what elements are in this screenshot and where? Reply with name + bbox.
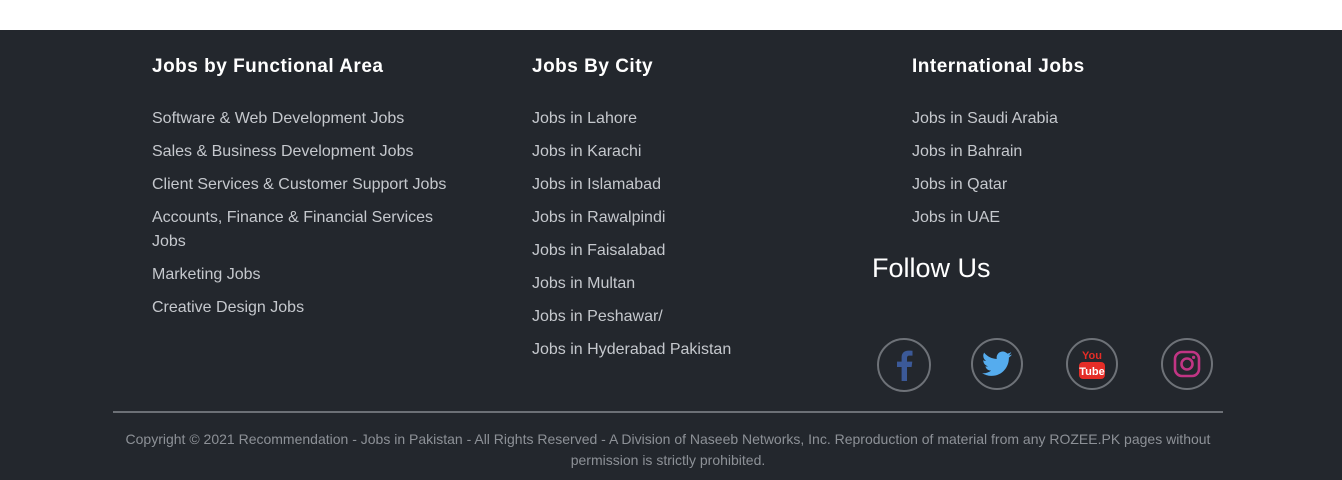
link-jobs-bahrain[interactable]: Jobs in Bahrain [912,140,1058,164]
list-item: Creative Design Jobs [152,296,462,320]
list-item: Jobs in Islamabad [532,173,731,197]
list-item: Jobs in Saudi Arabia [912,107,1058,131]
link-jobs-faisalabad[interactable]: Jobs in Faisalabad [532,239,731,263]
link-jobs-rawalpindi[interactable]: Jobs in Rawalpindi [532,206,731,230]
link-software-web-development-jobs[interactable]: Software & Web Development Jobs [152,107,462,131]
list-item: Jobs in Karachi [532,140,731,164]
twitter-button[interactable] [971,338,1023,390]
list-item: Jobs in UAE [912,206,1058,230]
link-marketing-jobs[interactable]: Marketing Jobs [152,263,462,287]
youtube-button[interactable]: You Tube [1066,338,1118,390]
footer-divider [113,411,1223,413]
link-jobs-qatar[interactable]: Jobs in Qatar [912,173,1058,197]
functional-area-links: Software & Web Development Jobs Sales & … [152,107,462,329]
list-item: Sales & Business Development Jobs [152,140,462,164]
list-item: Jobs in Bahrain [912,140,1058,164]
link-creative-design-jobs[interactable]: Creative Design Jobs [152,296,462,320]
copyright-text: Copyright © 2021 Recommendation - Jobs i… [125,431,1211,468]
link-jobs-saudi-arabia[interactable]: Jobs in Saudi Arabia [912,107,1058,131]
list-item: Client Services & Customer Support Jobs [152,173,462,197]
link-jobs-karachi[interactable]: Jobs in Karachi [532,140,731,164]
link-accounts-finance-jobs[interactable]: Accounts, Finance & Financial Services J… [152,206,462,254]
link-jobs-peshawar[interactable]: Jobs in Peshawar/ [532,305,731,329]
list-item: Jobs in Hyderabad Pakistan [532,338,731,362]
link-jobs-uae[interactable]: Jobs in UAE [912,206,1058,230]
list-item: Jobs in Peshawar/ [532,305,731,329]
link-jobs-multan[interactable]: Jobs in Multan [532,272,731,296]
list-item: Jobs in Lahore [532,107,731,131]
instagram-icon [1173,350,1201,378]
list-item: Accounts, Finance & Financial Services J… [152,206,462,254]
page-top-area [0,0,1342,30]
twitter-icon [982,351,1012,376]
link-jobs-islamabad[interactable]: Jobs in Islamabad [532,173,731,197]
youtube-logo-tube: Tube [1079,366,1104,378]
list-item: Jobs in Qatar [912,173,1058,197]
facebook-icon [897,350,913,381]
functional-area-heading: Jobs by Functional Area [152,56,384,77]
city-links: Jobs in Lahore Jobs in Karachi Jobs in I… [532,107,731,371]
link-jobs-hyderabad[interactable]: Jobs in Hyderabad Pakistan [532,338,731,362]
facebook-button[interactable] [877,338,931,392]
list-item: Software & Web Development Jobs [152,107,462,131]
list-item: Marketing Jobs [152,263,462,287]
youtube-icon: You Tube [1079,350,1105,379]
list-item: Jobs in Rawalpindi [532,206,731,230]
international-heading: International Jobs [912,56,1085,77]
link-jobs-lahore[interactable]: Jobs in Lahore [532,107,731,131]
list-item: Jobs in Faisalabad [532,239,731,263]
international-links: Jobs in Saudi Arabia Jobs in Bahrain Job… [912,107,1058,239]
follow-us-heading: Follow Us [872,253,991,283]
link-client-services-jobs[interactable]: Client Services & Customer Support Jobs [152,173,462,197]
city-heading: Jobs By City [532,56,654,77]
youtube-logo-you: You [1082,350,1102,362]
link-sales-business-development-jobs[interactable]: Sales & Business Development Jobs [152,140,462,164]
site-footer: Jobs by Functional Area Software & Web D… [0,30,1342,480]
instagram-button[interactable] [1161,338,1213,390]
list-item: Jobs in Multan [532,272,731,296]
